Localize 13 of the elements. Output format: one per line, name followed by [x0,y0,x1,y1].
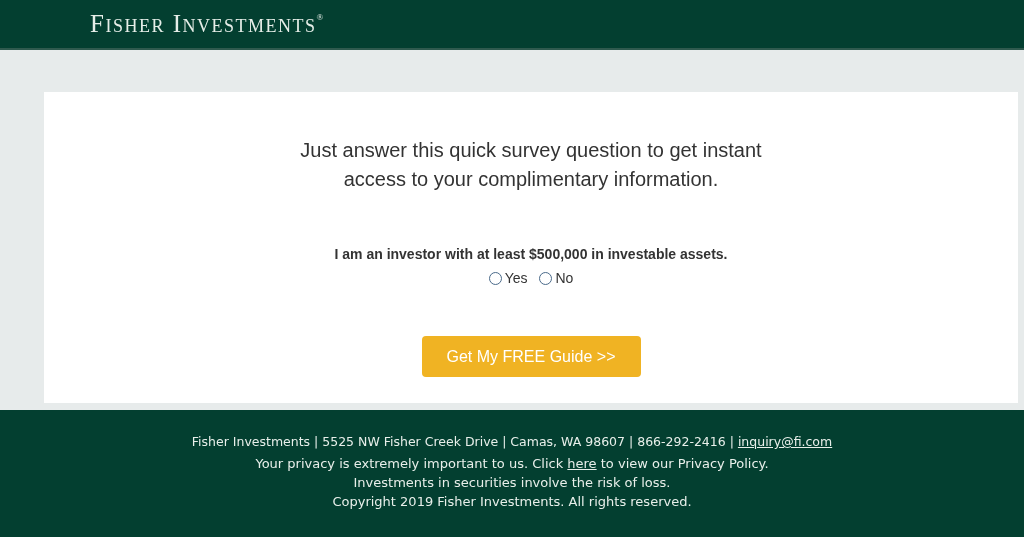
option-label: No [555,270,574,286]
disclaimer-text: Investments in securities involve the risk of loss. [353,474,671,492]
survey-question: I am an investor with at least $500,000 in investable assets. [334,246,728,262]
disclaimer-text: Copyright 2019 Fisher Investments. All rights reserved. [332,493,692,511]
privacy-text: Your privacy is extremely important to us. Click here to view our Privacy Policy. [255,455,769,473]
logo-wordmark: Fisher Investments$^{®}$ [90,10,325,38]
radio-option[interactable]: Yes [488,270,528,286]
address-text: Fisher Investments | 5525 NW Fisher Creek Drive | Camas, WA 98607 | 866-292-2416 | inquiry@fi.com [191,433,833,451]
privacy-link[interactable]: here [567,456,597,471]
intro-text: Just answer this quick survey question to get instant access to your complimentary information. [299,138,763,192]
email-link[interactable]: inquiry@fi.com [737,434,833,449]
radio-option[interactable]: No [539,270,574,286]
option-label: Yes [504,270,528,286]
